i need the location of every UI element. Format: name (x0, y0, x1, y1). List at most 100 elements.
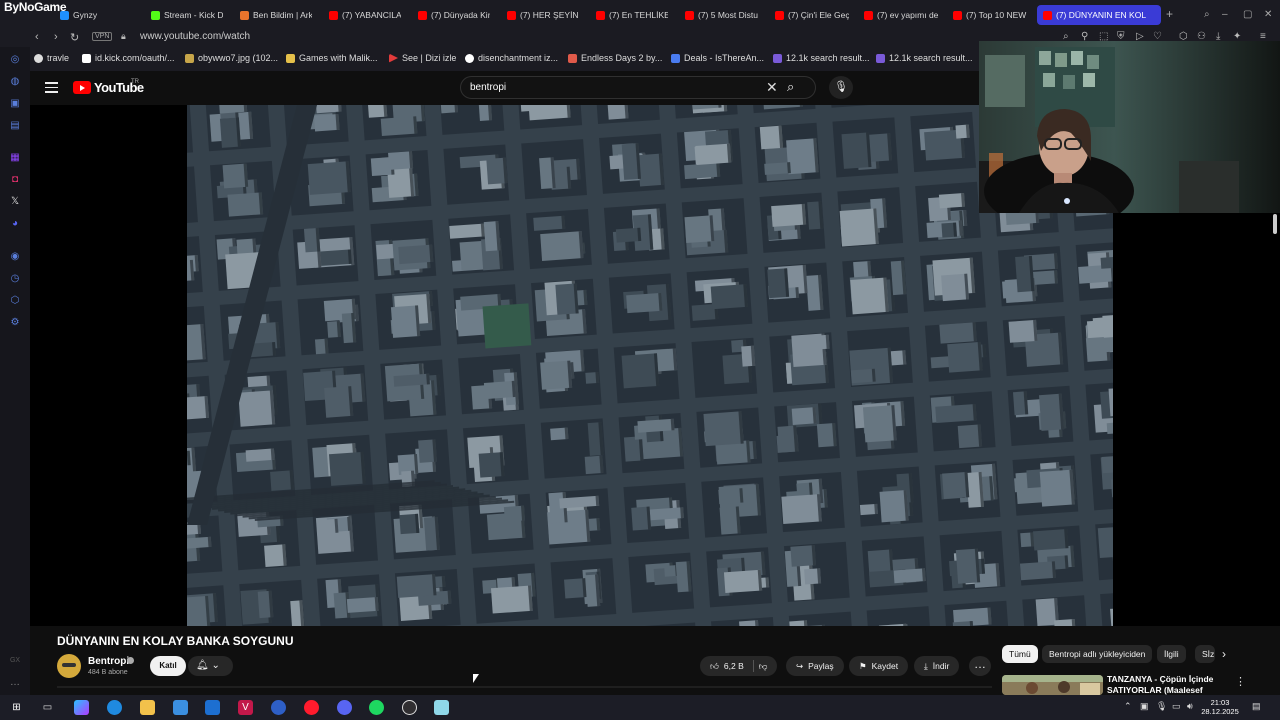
valorant-icon[interactable]: V (238, 700, 253, 715)
bookmark-item[interactable]: Deals - IsThereAn... (671, 53, 764, 63)
search-icon[interactable]: ⌕ (787, 79, 794, 95)
bookmark-item[interactable]: 12.1k search result... (773, 53, 870, 63)
channel-avatar[interactable] (57, 654, 81, 678)
clear-search-icon[interactable]: ✕ (766, 79, 778, 96)
mail-icon[interactable] (205, 700, 220, 715)
browser-tab[interactable]: (7) Çin'i Ele Geç (775, 5, 849, 25)
more-icon[interactable]: … (9, 677, 21, 689)
player-icon[interactable]: ◉ (9, 251, 21, 263)
windows-start-icon[interactable]: ⊞ (9, 700, 24, 715)
microphone-icon[interactable]: 🎙︎ (829, 76, 853, 99)
copilot-icon[interactable] (74, 700, 89, 715)
search-input[interactable]: bentropi (470, 82, 506, 93)
like-button[interactable]: 👍︎ 6,2 B 👎︎ (700, 656, 778, 676)
x-icon[interactable]: 𝕏 (9, 196, 21, 208)
extensions-icon[interactable]: ⬡ (9, 295, 21, 307)
bookmark-item[interactable]: Games with Malik... (286, 53, 378, 63)
microphone-tray-icon[interactable]: 🎙︎ (1156, 701, 1167, 712)
edge-icon[interactable] (107, 700, 122, 715)
chip-from-uploader[interactable]: Bentropi adlı yükleyiciden (1042, 645, 1153, 663)
bookmark-item[interactable]: id.kick.com/oauth/... (82, 53, 175, 63)
volume-icon[interactable]: 🔊︎ (1187, 701, 1193, 712)
browser-tab[interactable]: (7) En TEHLİKE (596, 5, 668, 25)
bookmark-item[interactable]: 12.1k search result... (876, 53, 973, 63)
new-tab-button[interactable]: + (1166, 7, 1173, 21)
vpn-badge[interactable]: VPN (92, 32, 113, 41)
system-clock[interactable]: 21:03 28.12.2025 (1200, 698, 1240, 716)
bookmark-label: Deals - IsThereAn... (684, 53, 765, 63)
bookmark-label: See | Dizi izle (402, 53, 457, 63)
url-field[interactable]: www.youtube.com/watch (140, 31, 250, 42)
notepad-icon[interactable] (434, 700, 449, 715)
browser-tab[interactable]: (7) ev yapımı de (864, 5, 938, 25)
chip-partial[interactable]: Sİz (1195, 645, 1215, 663)
chip-all[interactable]: Tümü (1002, 645, 1038, 663)
recommended-thumbnail[interactable] (1002, 675, 1103, 695)
subscription-bell-button[interactable]: 🔔︎ ⌄ (188, 656, 233, 676)
aerial-city-video-frame[interactable] (187, 105, 1113, 626)
close-window-icon[interactable]: ✕ (1264, 9, 1272, 20)
tray-app-icon[interactable]: ▣ (1140, 701, 1149, 712)
instagram-icon[interactable]: ◘ (9, 174, 21, 186)
browser-tab[interactable]: Gynzy (60, 5, 128, 25)
obs-icon[interactable] (402, 700, 417, 715)
browser-tab[interactable]: (7) HER ŞEYİN S (507, 5, 579, 25)
like-count: 6,2 B (723, 661, 744, 671)
search-tabs-icon[interactable]: ⌕ (1204, 9, 1210, 20)
history-icon[interactable]: ◷ (9, 273, 21, 285)
back-icon[interactable]: ‹ (35, 31, 39, 43)
store-icon[interactable] (173, 700, 188, 715)
notification-icon[interactable]: ▤ (1252, 701, 1261, 712)
browser-tab[interactable]: (7) 5 Most Distu (685, 5, 759, 25)
display-tray-icon[interactable]: ▭ (1172, 701, 1181, 712)
browser-tab[interactable]: Ben Bildim | Ark (240, 5, 312, 25)
bookmark-icon: ⚑ (859, 660, 867, 671)
browser-tab[interactable]: (7) Top 10 NEW (953, 5, 1027, 25)
battlenet-icon[interactable] (271, 700, 286, 715)
browser-tab[interactable]: Stream - Kick D (151, 5, 223, 25)
bookmark-label: disenchantment iz... (478, 53, 559, 63)
channel-name[interactable]: Bentropi (88, 656, 129, 667)
gx-icon[interactable]: GX (9, 655, 21, 667)
bookmarks-icon[interactable]: ▣ (9, 98, 21, 110)
download-button[interactable]: ⤓ İndir (914, 656, 960, 676)
join-button[interactable]: Katıl (150, 656, 186, 676)
maximize-icon[interactable]: ▢ (1243, 9, 1252, 20)
chevron-right-icon[interactable]: › (1222, 647, 1226, 661)
bookmark-item[interactable]: Endless Days 2 by... (568, 53, 662, 63)
discord-icon[interactable]: ◕ (9, 218, 21, 230)
share-button[interactable]: ↪ Paylaş (786, 656, 844, 676)
recommended-title[interactable]: TANZANYA - Çöpün İçinde SATIYORLAR (Maal… (1107, 674, 1237, 695)
spotify-icon[interactable] (369, 700, 384, 715)
search-box[interactable]: bentropi ✕ ⌕ (460, 76, 816, 99)
save-button[interactable]: ⚑ Kaydet (849, 656, 909, 676)
google-icon (465, 53, 474, 63)
browser-tab-active[interactable]: (7) DÜNYANIN EN KOL (1037, 5, 1161, 25)
recommended-menu-icon[interactable]: ⋮ (1235, 675, 1246, 688)
browser-tab[interactable]: (7) Dünyada Kim (418, 5, 490, 25)
opera-gx-icon[interactable] (304, 700, 319, 715)
discord-icon[interactable] (337, 700, 352, 715)
forward-icon[interactable]: › (54, 31, 58, 43)
reload-icon[interactable]: ↻ (70, 31, 79, 44)
messenger-icon[interactable]: ◍ (9, 76, 21, 88)
thumbs-down-icon[interactable]: 👎︎ (759, 661, 768, 672)
browser-tab[interactable]: (7) YABANCILAR (329, 5, 401, 25)
chip-related[interactable]: İlgili (1157, 645, 1186, 663)
bookmark-item[interactable]: obywwo7.jpg (102... (185, 53, 278, 63)
bookmark-item[interactable]: travle (34, 53, 69, 63)
lock-icon[interactable]: 🔒︎ (121, 31, 126, 42)
aria-icon[interactable]: ◎ (9, 54, 21, 66)
more-actions-button[interactable]: … (969, 656, 991, 676)
scrollbar-thumb[interactable] (1273, 214, 1277, 234)
settings-icon[interactable]: ⚙ (9, 317, 21, 329)
file-explorer-icon[interactable] (140, 700, 155, 715)
bookmark-item[interactable]: See | Dizi izle (389, 53, 456, 63)
tray-chevron-icon[interactable]: ⌃ (1124, 701, 1132, 712)
minimize-icon[interactable]: – (1222, 9, 1228, 20)
task-view-icon[interactable]: ▭ (40, 700, 55, 715)
workspace-icon[interactable]: ▤ (9, 120, 21, 132)
twitch-icon[interactable]: ▦ (9, 152, 21, 164)
bookmark-item[interactable]: disenchantment iz... (465, 53, 558, 63)
hamburger-menu-icon[interactable] (45, 82, 58, 96)
